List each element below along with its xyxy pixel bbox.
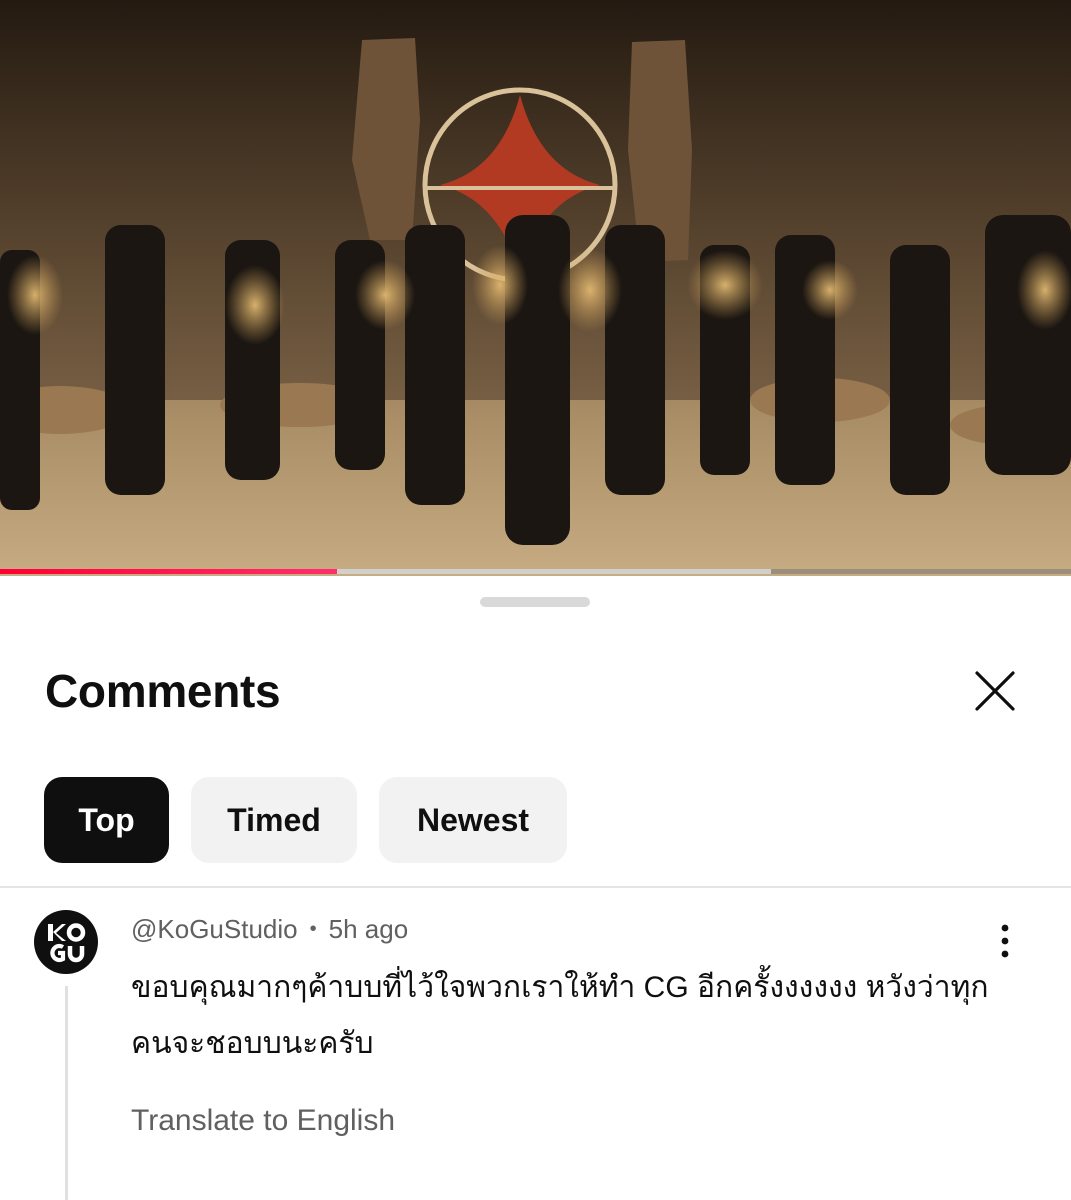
comments-sheet: Comments Top Timed Newest @KoGuStudio • …	[0, 576, 1071, 1200]
drag-handle[interactable]	[480, 597, 590, 607]
video-player[interactable]	[0, 0, 1071, 576]
divider	[0, 886, 1071, 888]
chip-timed[interactable]: Timed	[191, 777, 357, 863]
video-frame	[0, 0, 1071, 576]
close-icon	[975, 671, 1015, 711]
meta-separator: •	[309, 918, 317, 940]
sort-chips: Top Timed Newest	[44, 777, 567, 863]
comment-menu-button[interactable]	[986, 921, 1024, 961]
comment-author[interactable]: @KoGuStudio	[131, 914, 298, 945]
chip-top[interactable]: Top	[44, 777, 169, 863]
video-progress-bar[interactable]	[0, 569, 1071, 574]
thread-line	[65, 986, 68, 1200]
progress-played	[0, 569, 338, 574]
comment-meta: @KoGuStudio • 5h ago	[131, 914, 408, 945]
close-button[interactable]	[968, 664, 1022, 718]
kogu-logo-icon	[48, 923, 86, 963]
more-vertical-icon	[1001, 924, 1009, 958]
sheet-title: Comments	[45, 665, 281, 717]
chip-newest[interactable]: Newest	[379, 777, 567, 863]
avatar[interactable]	[34, 910, 98, 974]
comment-time: 5h ago	[328, 914, 409, 944]
comment-text: ขอบคุณมากๆค้าบบที่ไว้ใจพวกเราให้ทำ CG อี…	[131, 971, 989, 1060]
translate-link[interactable]: Translate to English	[131, 1104, 395, 1138]
